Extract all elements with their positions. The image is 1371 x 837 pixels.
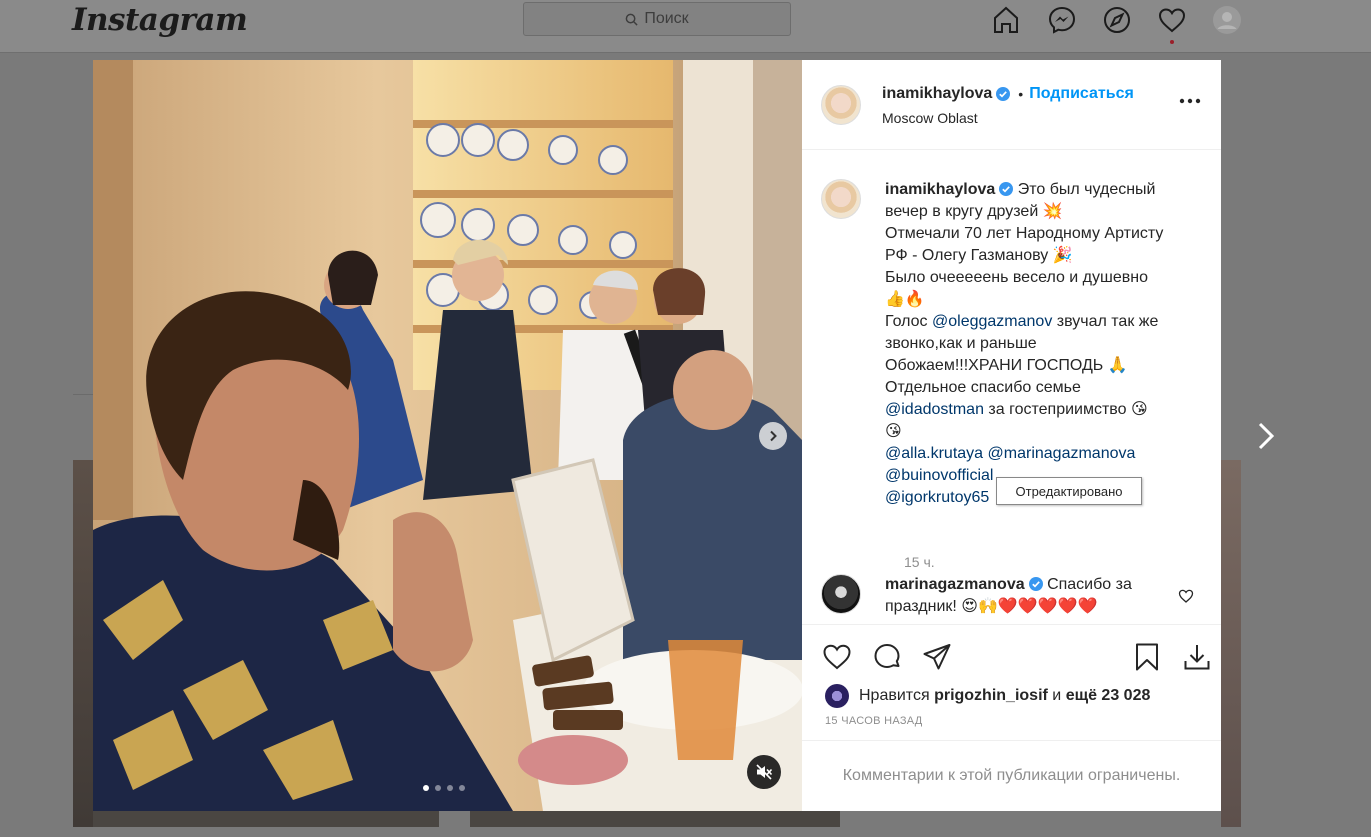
author-avatar[interactable] <box>821 85 861 125</box>
carousel-indicator <box>423 785 465 791</box>
verified-badge-icon <box>996 87 1011 101</box>
commenter-avatar[interactable] <box>821 574 861 614</box>
mention-link[interactable]: @idadostman <box>885 401 984 418</box>
messenger-icon[interactable] <box>1047 5 1077 35</box>
caption-line: Обожаем!!!ХРАНИ ГОСПОДЬ 🙏 <box>885 357 1128 374</box>
caption-username[interactable]: inamikhaylova <box>885 181 995 198</box>
post-video[interactable] <box>93 60 802 811</box>
post-modal: inamikhaylova • Подписаться Moscow Oblas… <box>93 60 1221 811</box>
chevron-right-icon <box>770 430 777 442</box>
mention-link[interactable]: @buinovofficial <box>885 467 993 484</box>
post-header: inamikhaylova • Подписаться Moscow Oblas… <box>802 60 1221 150</box>
video-frame <box>93 60 802 811</box>
caption-line: Было очееееень весело и душевно <box>885 269 1148 286</box>
feed-tile <box>1221 460 1241 827</box>
caption-line: Отмечали 70 лет Народному Артисту <box>885 225 1164 242</box>
carousel-dot <box>459 785 465 791</box>
profile-avatar[interactable] <box>1212 5 1242 35</box>
search-placeholder: Поиск <box>644 10 689 27</box>
caption-line: вечер в кругу друзей 💥 <box>885 203 1063 220</box>
speaker-muted-icon <box>756 764 773 780</box>
top-navigation: Instagram Поиск <box>0 0 1371 53</box>
caption-text: inamikhaylova Это был чудесный вечер в к… <box>885 179 1205 509</box>
home-icon[interactable] <box>991 5 1021 35</box>
carousel-dot <box>423 785 429 791</box>
search-icon <box>625 13 638 26</box>
mention-link[interactable]: @marinagazmanova <box>988 445 1136 462</box>
caption-line: 😘 <box>885 423 902 440</box>
mention-link[interactable]: @alla.krutaya <box>885 445 983 462</box>
author-username[interactable]: inamikhaylova <box>882 85 992 103</box>
save-icon[interactable] <box>1131 641 1163 673</box>
comment-body: Спасибо за <box>1047 576 1132 593</box>
feed-divider <box>73 394 93 395</box>
caption-line: звонко,как и раньше <box>885 335 1037 352</box>
caption-author-avatar[interactable] <box>821 179 861 219</box>
caption-line: звучал так же <box>1056 313 1159 330</box>
chevron-right-icon <box>1258 422 1275 450</box>
separator-dot: • <box>1018 86 1024 102</box>
feed-tile <box>73 460 93 827</box>
feed-tile <box>470 811 840 827</box>
caption-timestamp[interactable]: 15 ч. <box>904 554 935 570</box>
follow-button[interactable]: Подписаться <box>1029 85 1134 103</box>
mention-link[interactable]: @igorkrutoy65 <box>885 489 989 506</box>
comment-text: marinagazmanova Спасибо за праздник! 😍🙌❤… <box>885 574 1175 618</box>
verified-badge-icon <box>999 182 1014 196</box>
post-location[interactable]: Moscow Oblast <box>882 110 978 126</box>
likes-count-button[interactable]: ещё 23 028 <box>1066 687 1151 705</box>
notification-dot <box>1170 40 1174 44</box>
caption-line: 👍🔥 <box>885 291 925 308</box>
share-icon[interactable] <box>921 641 953 673</box>
mute-button[interactable] <box>747 755 781 789</box>
explore-icon[interactable] <box>1102 5 1132 35</box>
comment-icon[interactable] <box>871 641 903 673</box>
caption-line: Голос <box>885 313 928 330</box>
comment-body: праздник! 😍🙌❤️❤️❤️❤️❤️ <box>885 598 1098 615</box>
caption-line: Отдельное спасибо семье <box>885 379 1081 396</box>
like-icon[interactable] <box>821 641 853 673</box>
post-sidebar: inamikhaylova • Подписаться Moscow Oblas… <box>802 60 1221 811</box>
caption-line: РФ - Олегу Газманову 🎉 <box>885 247 1073 264</box>
edited-tooltip: Отредактировано <box>996 477 1142 505</box>
heart-icon[interactable] <box>1157 5 1187 35</box>
mention-link[interactable]: @oleggazmanov <box>932 313 1052 330</box>
caption-line: за гостеприимство 😘 <box>988 401 1148 418</box>
likes-summary: Нравится prigozhin_iosif и ещё 23 028 <box>825 684 1150 708</box>
post-timestamp[interactable]: 15 ЧАСОВ НАЗАД <box>825 715 923 727</box>
comments-limited-notice: Комментарии к этой публикации ограничены… <box>802 740 1221 811</box>
liker-username[interactable]: prigozhin_iosif <box>934 687 1048 705</box>
carousel-dot <box>435 785 441 791</box>
carousel-next-button[interactable] <box>759 422 787 450</box>
likes-joiner: и <box>1052 687 1062 704</box>
liker-avatar[interactable] <box>825 684 849 708</box>
feed-tile <box>93 811 439 827</box>
caption-line: Это был чудесный <box>1017 181 1156 198</box>
likes-prefix: Нравится <box>859 687 930 704</box>
download-icon[interactable] <box>1181 641 1213 673</box>
commenter-username[interactable]: marinagazmanova <box>885 576 1025 593</box>
comments-list[interactable]: inamikhaylova Это был чудесный вечер в к… <box>802 151 1221 624</box>
post-actions: Нравится prigozhin_iosif и ещё 23 028 15… <box>802 624 1221 727</box>
search-input[interactable]: Поиск <box>523 2 791 36</box>
instagram-logo[interactable]: Instagram <box>72 2 248 38</box>
next-post-button[interactable] <box>1253 420 1279 452</box>
carousel-dot <box>447 785 453 791</box>
verified-badge-icon <box>1028 577 1043 591</box>
comment-like-icon[interactable] <box>1178 588 1194 604</box>
more-options-icon[interactable] <box>1179 97 1201 105</box>
